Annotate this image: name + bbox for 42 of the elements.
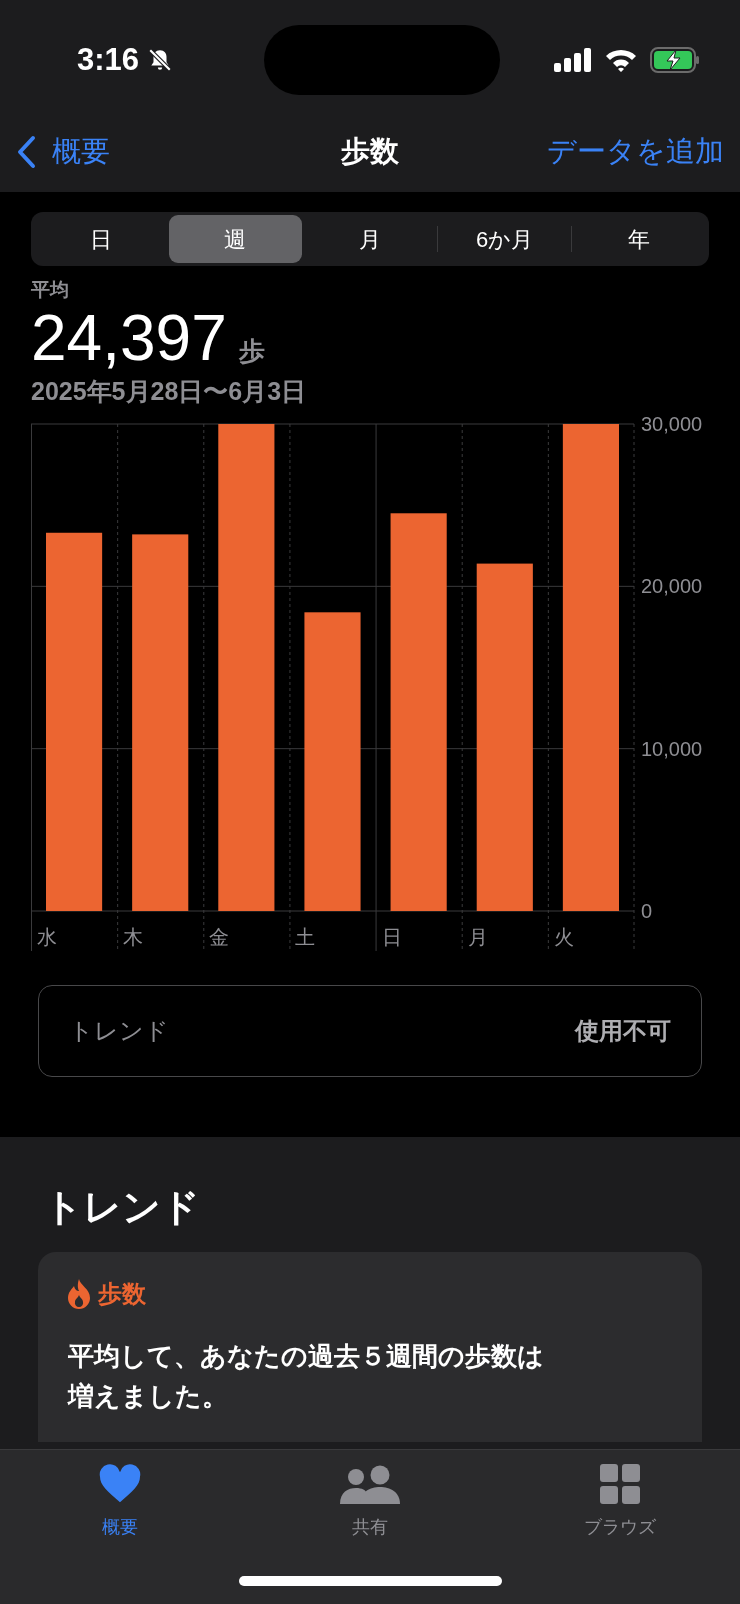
status-time: 3:16 [76,40,139,79]
axis-label: 10,000 [641,737,703,760]
average-unit: 歩 [238,334,265,368]
axis-label: 火 [553,926,574,948]
average-value: 24,397 [31,302,227,373]
segment-tab[interactable]: 週 [168,215,303,263]
axis-label: 0 [641,900,653,922]
tab-bar-item[interactable]: 概要 [60,1464,180,1541]
axis-label: 月 [467,926,488,948]
signal-icon [554,48,592,72]
axis-label: 日 [381,926,402,948]
back-button[interactable]: 概要 [16,130,216,174]
flame-icon [68,1279,90,1309]
segment-tab[interactable]: 月 [303,215,437,263]
wifi-icon [604,48,638,72]
date-range: 2025年5月28日〜6月3日 [31,375,308,407]
trend-label: トレンド [69,1016,169,1046]
section-heading: トレンド [44,1185,201,1230]
segment-tab[interactable]: 年 [572,215,706,263]
axis-label: 20,000 [641,575,703,598]
trend-card[interactable]: 歩数 平均して、あなたの過去５週間の歩数は増えました。 [38,1252,702,1442]
trend-text: 平均して、あなたの過去５週間の歩数は増えました。 [68,1340,545,1413]
axis-label: 金 [209,926,230,948]
trend-row[interactable]: トレンド 使用不可 [38,985,702,1077]
heart-icon [98,1464,142,1504]
axis-label: 木 [123,926,144,948]
grid-icon [600,1464,640,1504]
people-icon [340,1464,400,1504]
trend-value: 使用不可 [575,1016,671,1046]
nav-title: 歩数 [341,134,399,170]
tab-bar-item[interactable]: ブラウズ [560,1464,680,1541]
summary-label: 平均 [31,278,70,302]
add-data-button[interactable]: データを追加 [524,130,724,174]
battery-charging-icon [650,47,700,73]
segment-tab[interactable]: 6か月 [437,215,572,263]
chevron-left-icon [16,135,36,169]
axis-label: 30,000 [641,413,703,435]
tab-bar-item[interactable]: 共有 [310,1464,430,1541]
segment-tab[interactable]: 日 [34,215,168,263]
card-title: 歩数 [98,1279,146,1309]
axis-label: 水 [37,926,57,948]
axis-label: 土 [295,926,316,948]
